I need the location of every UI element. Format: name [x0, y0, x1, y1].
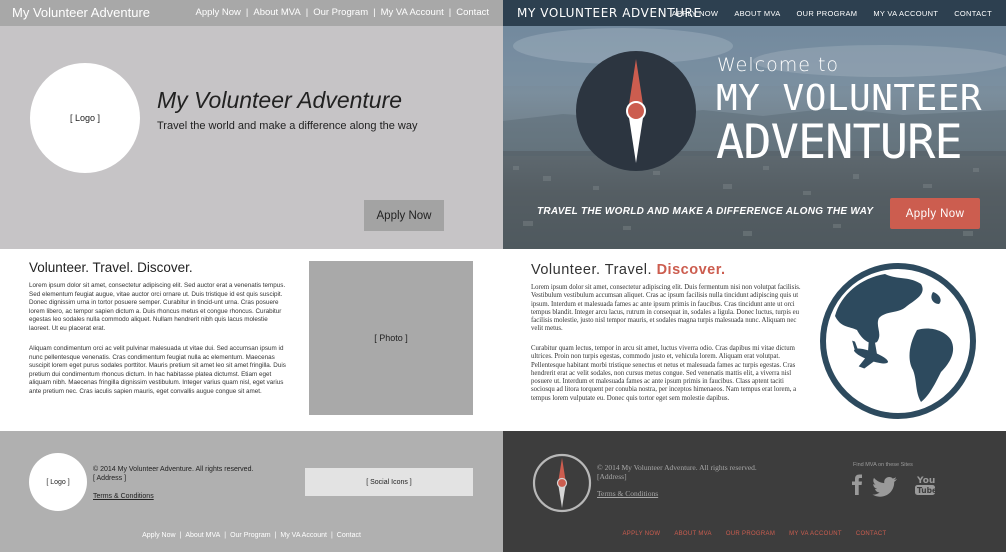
design-nav-about[interactable]: ABOUT MVA — [734, 9, 780, 18]
youtube-icon[interactable]: You Tube — [915, 476, 937, 495]
welcome-text: Welcome to — [717, 54, 840, 76]
wireframe-footer: [ Logo ] © 2014 My Volunteer Adventure. … — [0, 431, 503, 552]
wireframe-apply-button[interactable]: Apply Now — [364, 200, 444, 231]
design-terms-link[interactable]: Terms & Conditions — [597, 489, 658, 498]
wireframe-paragraph-2: Aliquam condimentum orci ac velit pulvin… — [29, 345, 286, 395]
wireframe-footer-links: Apply Now | About MVA | Our Program | My VA Ac… — [0, 532, 503, 539]
hero-title-line1: MY VOLUNTEER — [716, 78, 983, 119]
wireframe-footer-program[interactable]: Our Program — [230, 532, 270, 539]
design-footer-program[interactable]: OUR PROGRAM — [726, 531, 775, 537]
design-nav-program[interactable]: OUR PROGRAM — [797, 9, 858, 18]
design-panel: MY VOLUNTEER ADVENTURE APPLY NOW ABOUT MV… — [503, 0, 1006, 552]
mockup-comparison: My Volunteer Adventure Apply Now | About M… — [0, 0, 1006, 552]
design-paragraph-2: Curabitur quam lectus, tempor in arcu si… — [531, 345, 797, 402]
design-nav-account[interactable]: MY VA ACCOUNT — [873, 9, 938, 18]
globe-airplane-icon — [820, 263, 976, 419]
wireframe-copyright: © 2014 My Volunteer Adventure. All right… — [93, 465, 253, 483]
wireframe-panel: My Volunteer Adventure Apply Now | About M… — [0, 0, 503, 552]
svg-text:You: You — [916, 476, 935, 486]
wireframe-footer-logo: [ Logo ] — [29, 453, 87, 511]
wireframe-nav-program[interactable]: Our Program — [313, 7, 368, 18]
hero-title-line2: ADVENTURE — [716, 115, 963, 170]
design-content: Volunteer. Travel. Discover. Lorem ipsum… — [503, 249, 1006, 431]
wireframe-hero-title: My Volunteer Adventure — [157, 87, 403, 113]
wireframe-footer-apply[interactable]: Apply Now — [142, 532, 175, 539]
footer-separator: | — [179, 532, 182, 539]
wireframe-nav-account[interactable]: My VA Account — [381, 7, 444, 18]
svg-text:Tube: Tube — [917, 486, 937, 495]
design-paragraph-1: Lorem ipsum dolor sit amet, consectetur … — [531, 284, 801, 333]
wireframe-nav-apply[interactable]: Apply Now — [195, 7, 240, 18]
footer-compass-icon — [532, 453, 592, 513]
wireframe-section-heading: Volunteer. Travel. Discover. — [29, 260, 193, 275]
find-mva-label: Find MVA on these Sites — [853, 462, 913, 468]
social-icons: You Tube — [852, 474, 937, 497]
design-footer-contact[interactable]: CONTACT — [856, 531, 887, 537]
design-navbar: MY VOLUNTEER ADVENTURE APPLY NOW ABOUT MV… — [503, 0, 1006, 26]
design-footer: © 2014 My Volunteer Adventure. All right… — [503, 431, 1006, 552]
wireframe-address: [ Address ] — [93, 475, 127, 482]
design-nav-contact[interactable]: CONTACT — [954, 9, 992, 18]
design-footer-account[interactable]: MY VA ACCOUNT — [789, 531, 842, 537]
facebook-icon[interactable] — [852, 474, 862, 496]
nav-separator: | — [245, 7, 249, 18]
wireframe-hero: [ Logo ] My Volunteer Adventure Travel t… — [0, 26, 503, 249]
wireframe-logo-placeholder: [ Logo ] — [30, 63, 140, 173]
design-address: [Address] — [597, 472, 627, 481]
wireframe-brand[interactable]: My Volunteer Adventure — [12, 5, 150, 20]
wireframe-navbar: My Volunteer Adventure Apply Now | About M… — [0, 0, 503, 26]
heading-plain: Volunteer. Travel. — [531, 262, 657, 278]
wireframe-nav-links: Apply Now | About MVA | Our Program | My VA Ac… — [195, 7, 489, 18]
wireframe-footer-contact[interactable]: Contact — [337, 532, 361, 539]
hero-tagline: TRAVEL THE WORLD AND MAKE A DIFFERENCE A… — [537, 206, 874, 217]
wireframe-footer-about[interactable]: About MVA — [185, 532, 220, 539]
twitter-icon[interactable] — [872, 477, 897, 497]
footer-separator: | — [330, 532, 333, 539]
nav-separator: | — [448, 7, 452, 18]
wireframe-social-placeholder: [ Social Icons ] — [305, 468, 473, 496]
design-hero: Welcome to MY VOLUNTEER ADVENTURE TRAVEL… — [503, 26, 1006, 249]
wireframe-copyright-text: © 2014 My Volunteer Adventure. All right… — [93, 466, 254, 473]
wireframe-nav-about[interactable]: About MVA — [253, 7, 300, 18]
nav-separator: | — [305, 7, 309, 18]
design-copyright-text: © 2014 My Volunteer Adventure. All right… — [597, 463, 757, 472]
design-copyright: © 2014 My Volunteer Adventure. All right… — [597, 463, 757, 481]
design-footer-about[interactable]: ABOUT MVA — [674, 531, 711, 537]
nav-separator: | — [373, 7, 376, 18]
compass-logo-icon — [576, 51, 696, 171]
wireframe-nav-contact[interactable]: Contact — [456, 7, 489, 18]
wireframe-photo-placeholder: [ Photo ] — [309, 261, 473, 415]
design-nav-apply[interactable]: APPLY NOW — [672, 9, 719, 18]
footer-separator: | — [274, 532, 277, 539]
footer-separator: | — [224, 532, 227, 539]
design-footer-links: APPLY NOW ABOUT MVA OUR PROGRAM MY VA ACCOU… — [503, 531, 1006, 537]
wireframe-content: Volunteer. Travel. Discover. Lorem ipsum… — [0, 249, 503, 431]
design-footer-apply[interactable]: APPLY NOW — [623, 531, 661, 537]
wireframe-paragraph-1: Lorem ipsum dolor sit amet, consectetur … — [29, 282, 286, 332]
wireframe-footer-account[interactable]: My VA Account — [280, 532, 327, 539]
heading-accent: Discover. — [656, 262, 726, 278]
design-section-heading: Volunteer. Travel. Discover. — [531, 262, 726, 278]
wireframe-terms-link[interactable]: Terms & Conditions — [93, 493, 154, 500]
design-apply-button[interactable]: Apply Now — [890, 198, 980, 229]
wireframe-hero-subtitle: Travel the world and make a difference a… — [157, 120, 418, 132]
design-nav-links: APPLY NOW ABOUT MVA OUR PROGRAM MY VA ACCOU… — [656, 9, 992, 18]
